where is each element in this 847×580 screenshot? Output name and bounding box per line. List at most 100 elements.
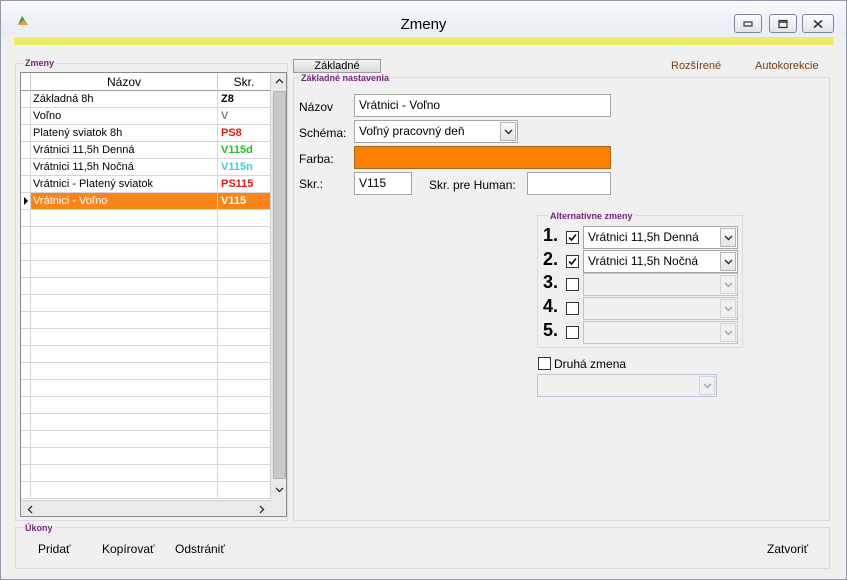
table-row[interactable]: Vrátnici 11,5h Nočná V115n bbox=[21, 159, 270, 176]
alternative-select[interactable] bbox=[583, 273, 738, 296]
table-row[interactable]: Platený sviatok 8h PS8 bbox=[21, 125, 270, 142]
row-code bbox=[218, 244, 270, 260]
name-label: Názov bbox=[299, 100, 334, 114]
code-input[interactable]: V115 bbox=[354, 172, 412, 195]
shifts-group-label: Zmeny bbox=[23, 58, 57, 68]
copy-button[interactable]: Kopírovať bbox=[102, 542, 155, 556]
maximize-button[interactable] bbox=[769, 14, 797, 33]
vertical-scroll-thumb[interactable] bbox=[273, 91, 286, 479]
second-shift-dropdown-button[interactable] bbox=[699, 376, 715, 395]
scroll-up-icon[interactable] bbox=[275, 78, 284, 84]
empty-row bbox=[21, 431, 270, 448]
empty-row bbox=[21, 380, 270, 397]
row-marker bbox=[21, 414, 31, 430]
checkmark-icon bbox=[568, 233, 577, 242]
title-bar: Zmeny bbox=[1, 1, 846, 35]
minimize-button[interactable] bbox=[734, 14, 762, 33]
row-name: Vrátnici 11,5h Denná bbox=[31, 142, 218, 158]
alternative-number: 1. bbox=[543, 225, 559, 245]
empty-row bbox=[21, 346, 270, 363]
alternative-checkbox[interactable] bbox=[566, 278, 579, 291]
row-marker bbox=[21, 295, 31, 311]
second-shift-select[interactable] bbox=[537, 374, 717, 397]
minimize-icon bbox=[743, 20, 753, 27]
row-code bbox=[218, 465, 270, 481]
row-marker bbox=[21, 159, 31, 175]
empty-row bbox=[21, 227, 270, 244]
row-code: V115 bbox=[218, 193, 270, 209]
row-marker bbox=[21, 227, 31, 243]
chevron-down-icon bbox=[703, 383, 712, 389]
alternative-checkbox[interactable] bbox=[566, 326, 579, 339]
alternative-select[interactable]: Vrátnici 11,5h Nočná bbox=[583, 250, 738, 273]
row-name bbox=[31, 346, 218, 362]
empty-row bbox=[21, 329, 270, 346]
shifts-grid: Názov Skr. Základná 8h Z8 Voľno V Platený sv… bbox=[20, 72, 287, 517]
row-code bbox=[218, 227, 270, 243]
alternative-dropdown-button[interactable] bbox=[720, 323, 736, 342]
actions-label: Úkony bbox=[23, 523, 55, 533]
tab-autocorrect[interactable]: Autokorekcie bbox=[755, 60, 819, 72]
color-label: Farba: bbox=[299, 152, 334, 166]
row-name: Vrátnici - Platený sviatok bbox=[31, 176, 218, 192]
alternative-dropdown-button[interactable] bbox=[720, 228, 736, 247]
alternative-dropdown-button[interactable] bbox=[720, 252, 736, 271]
row-code bbox=[218, 312, 270, 328]
alternative-checkbox[interactable] bbox=[566, 255, 579, 268]
grid-header: Názov Skr. bbox=[21, 73, 270, 91]
alternative-dropdown-button[interactable] bbox=[720, 275, 736, 294]
name-input[interactable]: Vrátnici - Voľno bbox=[354, 94, 611, 117]
chevron-down-icon bbox=[724, 235, 733, 241]
checkmark-icon bbox=[568, 257, 577, 266]
row-name bbox=[31, 295, 218, 311]
remove-button[interactable]: Odstrániť bbox=[175, 542, 225, 556]
human-code-input[interactable] bbox=[527, 172, 611, 195]
scroll-left-icon[interactable] bbox=[27, 505, 33, 514]
table-row[interactable]: Základná 8h Z8 bbox=[21, 91, 270, 108]
table-row[interactable]: Vrátnici 11,5h Denná V115d bbox=[21, 142, 270, 159]
row-code: Z8 bbox=[221, 93, 234, 105]
row-marker bbox=[21, 431, 31, 447]
scroll-down-icon[interactable] bbox=[275, 487, 284, 493]
chevron-down-icon bbox=[724, 330, 733, 336]
close-button[interactable]: Zatvoriť bbox=[767, 542, 808, 556]
alternative-select[interactable] bbox=[583, 321, 738, 344]
table-row[interactable]: Vrátnici - Platený sviatok PS115 bbox=[21, 176, 270, 193]
second-shift-checkbox[interactable] bbox=[538, 357, 551, 370]
row-marker bbox=[21, 91, 31, 107]
close-window-button[interactable] bbox=[802, 14, 834, 33]
horizontal-scrollbar[interactable] bbox=[21, 500, 270, 516]
color-picker-field[interactable] bbox=[354, 146, 611, 169]
alternatives-label: Alternatívne zmeny bbox=[548, 211, 635, 221]
table-row[interactable]: Voľno V bbox=[21, 108, 270, 125]
row-marker bbox=[21, 465, 31, 481]
row-name bbox=[31, 397, 218, 413]
table-row[interactable]: Vrátnici - Voľno V115 bbox=[21, 193, 270, 210]
schema-select[interactable]: Voľný pracovný deň bbox=[354, 120, 518, 143]
second-shift-label: Druhá zmena bbox=[554, 357, 627, 371]
alternative-checkbox[interactable] bbox=[566, 302, 579, 315]
chevron-down-icon bbox=[724, 282, 733, 288]
row-code bbox=[218, 380, 270, 396]
alternative-select[interactable] bbox=[583, 297, 738, 320]
row-name bbox=[31, 363, 218, 379]
vertical-scrollbar[interactable] bbox=[270, 73, 286, 500]
row-name bbox=[31, 210, 218, 226]
scroll-right-icon[interactable] bbox=[259, 505, 265, 514]
alternative-dropdown-button[interactable] bbox=[720, 299, 736, 318]
tab-basic[interactable]: Základné bbox=[293, 59, 381, 73]
row-marker bbox=[21, 312, 31, 328]
empty-row bbox=[21, 363, 270, 380]
alternative-checkbox[interactable] bbox=[566, 231, 579, 244]
row-code: V bbox=[221, 110, 229, 122]
column-header-code[interactable]: Skr. bbox=[218, 73, 270, 91]
code-label: Skr.: bbox=[299, 177, 324, 191]
column-header-name[interactable]: Názov bbox=[31, 73, 218, 91]
alternative-select[interactable]: Vrátnici 11,5h Denná bbox=[583, 226, 738, 249]
row-code bbox=[218, 414, 270, 430]
row-code: V115n bbox=[221, 161, 253, 173]
row-name bbox=[31, 482, 218, 498]
add-button[interactable]: Pridať bbox=[38, 542, 71, 556]
schema-dropdown-button[interactable] bbox=[500, 122, 516, 141]
tab-extended[interactable]: Rozšírené bbox=[671, 60, 721, 72]
